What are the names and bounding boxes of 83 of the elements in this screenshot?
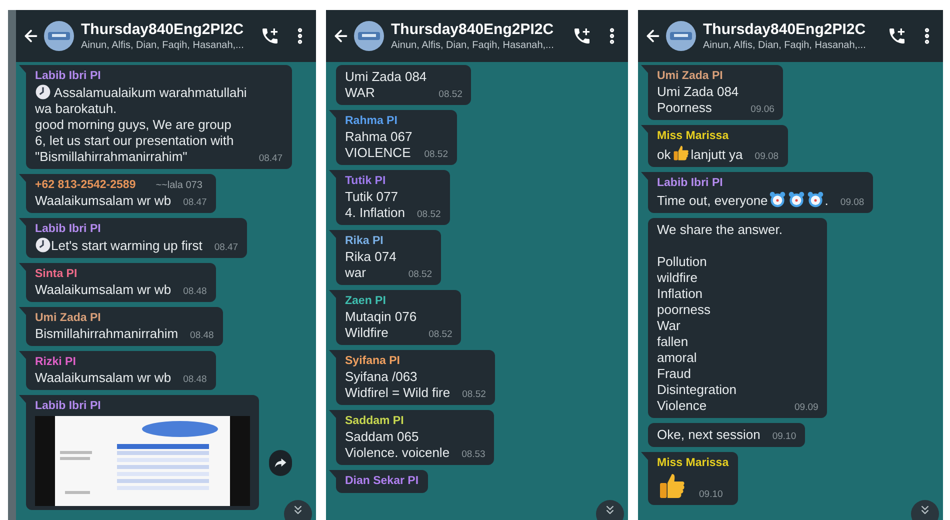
message-text: Tutik 077 4. Inflation [345,189,405,221]
chat-members: Ainun, Alfis, Dian, Faqih, Hasanah,... [81,38,245,52]
message-text: Time out, everyone . [657,191,828,209]
message-text: Waalaikumsalam wr wb [35,193,172,209]
message-text: Rahma 067 VIOLENCE [345,129,412,161]
message-text: Umi Zada 084 Poorness [657,84,739,116]
message-text: Rika 074 war [345,249,396,281]
group-avatar[interactable] [666,21,696,51]
sender-name: Rahma PI [345,114,398,129]
sender-name: Sinta PI [35,267,78,282]
chat-title: Thursday840Eng2PI2C [81,20,245,38]
message-time: 09.09 [794,402,818,414]
scroll-down-button[interactable] [911,500,939,520]
message-time: 08.47 [258,153,283,165]
sender-name: Umi Zada PI [657,69,723,84]
message-time: 08.52 [417,209,441,221]
add-call-icon[interactable] [260,26,280,46]
thumbs-up-icon [672,144,690,162]
forward-icon [274,456,287,469]
message-text: Bismillahirrahmanirrahim [35,326,178,342]
message-time: 09.08 [754,151,779,163]
message-time: 08.48 [183,286,207,298]
message-time: 08.52 [462,389,486,401]
add-call-icon[interactable] [572,26,592,46]
sender-name: Miss Marissa [657,456,729,471]
sender-name: Zaen PI [345,294,386,309]
message-text: We share the answer. Pollution wildfire Inflation poorness War fallen amoral Fraud Disintegration Violence [657,222,782,414]
chat-title: Thursday840Eng2PI2C [703,20,867,38]
thumbs-up-icon [657,471,687,501]
message-time: 08.52 [438,89,462,101]
alarm-clock-icon [768,191,786,208]
chat-members: Ainun, Alfis, Dian, Faqih, Hasanah,... [703,38,867,52]
sender-name: Saddam PI [345,414,404,429]
sender-name: Rizki PI [35,355,76,370]
add-call-icon[interactable] [887,26,907,46]
sender-name: Labib Ibri PI [35,69,101,84]
scroll-down-button[interactable] [596,500,624,520]
scroll-down-button[interactable] [284,500,312,520]
message-time: 09.10 [772,431,796,443]
message-text: Saddam 065 Violence. voicenle [345,429,450,461]
chat-title: Thursday840Eng2PI2C [391,20,555,38]
sender-name: Rika PI [345,234,384,249]
message-text: Let's start warming up first [35,237,202,254]
message-text: Oke, next session [657,427,760,443]
back-icon[interactable] [644,27,662,45]
message-time: 08.48 [190,330,214,342]
message-text: Umi Zada 084 WAR [345,69,427,101]
sender-name: +62 813-2542-2589 [35,178,136,193]
message-time: 09.08 [840,197,864,209]
clock-icon [35,237,51,253]
message-text: Syifana /063 Widfirel = Wild fire [345,369,450,401]
message-text: Assalamualaikum warahmatullahi wa barokatuh. good morning guys, We are group 6, let us start our presentation with "Bismillahirrahmanirrahim" [35,84,247,165]
alarm-clock-icon [788,191,805,208]
sender-name: Umi Zada PI [35,311,101,326]
message-time: 09.10 [699,489,723,501]
message-text: Waalaikumsalam wr wb [35,370,172,386]
sender-pushname: ~~lala 073 [156,179,202,193]
message-time: 08.53 [462,449,486,461]
message-text: Waalaikumsalam wr wb [35,282,172,298]
clock-icon [35,84,51,100]
sender-name: Miss Marissa [657,129,729,144]
message-time: 08.47 [183,197,207,209]
message-time: 08.47 [214,242,238,254]
group-avatar[interactable] [44,21,74,51]
sender-name: Labib Ibri PI [657,176,723,191]
sender-name: Labib Ibri PI [35,399,101,414]
sender-name: Dian Sekar PI [345,474,419,489]
message-text: Mutaqin 076 Wildfire [345,309,417,341]
message-time: 08.52 [408,269,432,281]
group-avatar[interactable] [354,21,384,51]
sender-name: Labib Ibri PI [35,222,101,237]
message-time: 08.52 [424,149,448,161]
sender-name: Syifana PI [345,354,400,369]
sender-name: Tutik PI [345,174,386,189]
back-icon[interactable] [332,27,350,45]
message-time: 09.06 [750,104,774,116]
chat-members: Ainun, Alfis, Dian, Faqih, Hasanah,... [391,38,555,52]
message-text: ok lanjutt ya [657,144,743,163]
alarm-clock-icon [806,191,824,208]
message-time: 08.52 [428,329,452,341]
forward-button[interactable] [269,450,292,476]
message-time: 08.48 [183,374,207,386]
back-icon[interactable] [22,27,40,45]
